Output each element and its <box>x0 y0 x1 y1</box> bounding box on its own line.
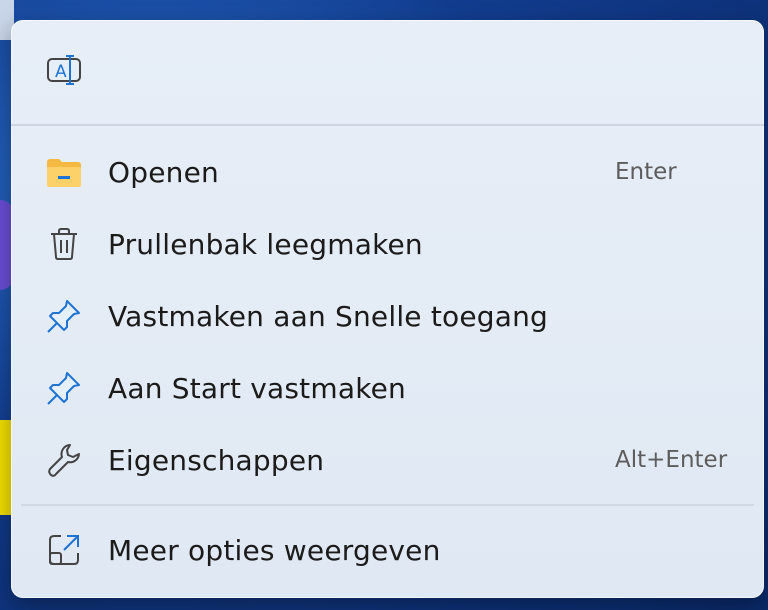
menu-item-label: Meer opties weergeven <box>108 533 441 567</box>
pin-icon <box>44 368 84 408</box>
menu-item-label: Prullenbak leegmaken <box>108 227 423 261</box>
menu-item-label: Aan Start vastmaken <box>108 371 406 405</box>
menu-command-bar: A <box>11 20 764 126</box>
menu-item-vastmaken-snelle-toegang[interactable]: Vastmaken aan Snelle toegang <box>11 280 764 352</box>
folder-icon <box>44 152 84 192</box>
svg-text:A: A <box>55 62 67 82</box>
pin-icon <box>44 296 84 336</box>
menu-item-prullenbak-leegmaken[interactable]: Prullenbak leegmaken <box>11 208 764 280</box>
menu-separator <box>21 504 754 506</box>
menu-item-eigenschappen[interactable]: Eigenschappen Alt+Enter <box>11 424 764 496</box>
menu-item-meer-opties[interactable]: Meer opties weergeven <box>11 514 764 586</box>
menu-item-openen[interactable]: Openen Enter <box>11 136 764 208</box>
menu-item-shortcut: Enter <box>615 159 677 185</box>
rename-icon: A <box>46 54 84 90</box>
menu-item-label: Openen <box>108 155 219 189</box>
menu-item-shortcut: Alt+Enter <box>615 447 728 473</box>
context-menu: A Openen Enter Prullenbak leegmaken Vast… <box>11 20 764 598</box>
menu-item-label: Vastmaken aan Snelle toegang <box>108 299 549 333</box>
rename-button[interactable]: A <box>45 52 85 92</box>
wrench-icon <box>44 440 84 480</box>
menu-item-aan-start-vastmaken[interactable]: Aan Start vastmaken <box>11 352 764 424</box>
trash-icon <box>44 224 84 264</box>
menu-item-label: Eigenschappen <box>108 443 325 477</box>
open-external-icon <box>44 530 84 570</box>
